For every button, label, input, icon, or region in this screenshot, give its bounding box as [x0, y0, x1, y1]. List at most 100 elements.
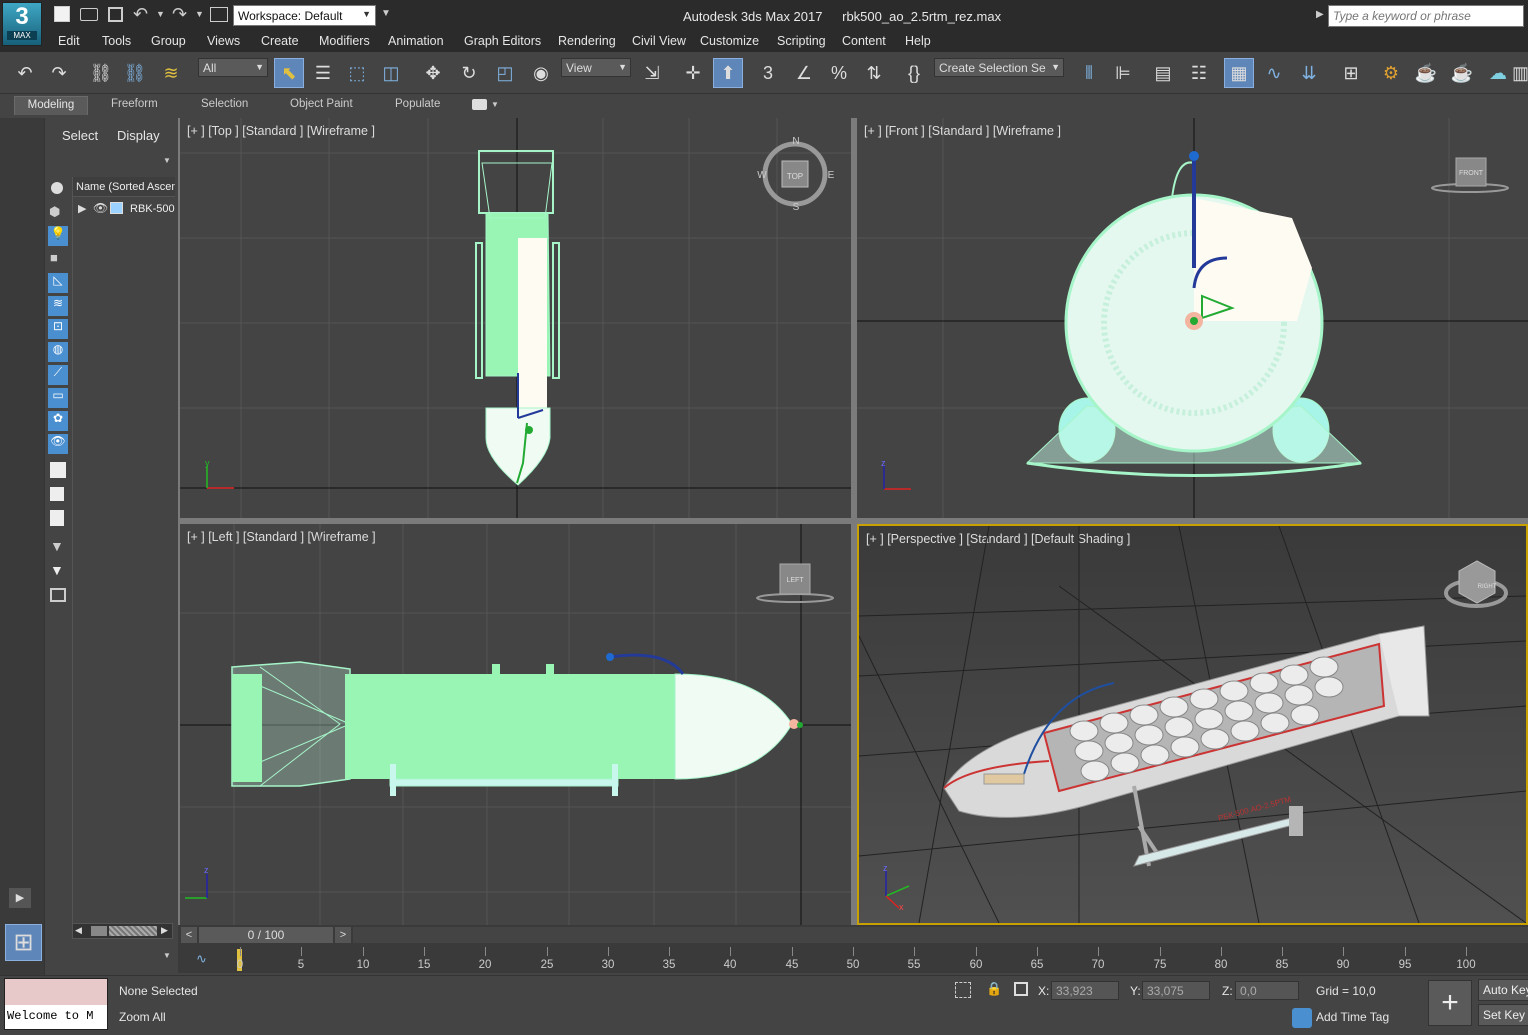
menu-edit[interactable]: Edit: [58, 34, 80, 48]
expand-arrow-icon[interactable]: ▶: [78, 202, 86, 215]
new-file-icon[interactable]: [54, 6, 70, 22]
viewport-front[interactable]: [+ ] [Front ] [Standard ] [Wireframe ] F…: [857, 118, 1528, 518]
menu-create[interactable]: Create: [261, 34, 299, 48]
select-object-icon[interactable]: ⬉: [274, 58, 304, 88]
render-production-icon[interactable]: ☕: [1447, 58, 1477, 88]
y-coordinate-field[interactable]: [1142, 981, 1210, 1000]
menu-content[interactable]: Content: [842, 34, 886, 48]
named-selection-dropdown[interactable]: Create Selection Se ▼: [934, 58, 1064, 77]
display-shapes-icon[interactable]: 💡: [48, 226, 68, 246]
display-cameras-icon[interactable]: ■: [50, 250, 66, 266]
display-xrefs-icon[interactable]: ◍: [48, 342, 68, 362]
next-frame-icon[interactable]: >: [335, 927, 351, 943]
viewcube-perspective[interactable]: [1444, 560, 1508, 608]
viewport-perspective[interactable]: [+ ] [Perspective ] [Standard ] [Default…: [857, 524, 1528, 925]
search-expand-icon[interactable]: ▶: [1316, 9, 1324, 20]
filter-icon[interactable]: ▼: [50, 538, 64, 554]
workspace-dropdown[interactable]: Workspace: Default ▼: [233, 5, 376, 26]
render-setup-icon[interactable]: ⚙: [1376, 58, 1406, 88]
selection-filter-dropdown[interactable]: All ▼: [198, 58, 268, 77]
maxscript-output[interactable]: [5, 979, 107, 1005]
column-header[interactable]: Name (Sorted Ascen: [73, 177, 175, 197]
ribbon-toggle-icon[interactable]: ▦: [1224, 58, 1254, 88]
display-geometry-icon[interactable]: ⬢: [49, 204, 65, 220]
ribbon-tab-object-paint[interactable]: Object Paint: [290, 98, 353, 110]
x-coordinate-field[interactable]: [1051, 981, 1119, 1000]
filter-toggle-icon[interactable]: ▼: [50, 562, 64, 578]
bind-spacewarp-icon[interactable]: ≋: [156, 58, 186, 88]
menu-graph-editors[interactable]: Graph Editors: [464, 34, 541, 48]
window-crossing-icon[interactable]: ◫: [376, 58, 406, 88]
display-helpers-icon[interactable]: ◺: [48, 273, 68, 293]
absolute-mode-icon[interactable]: [1014, 982, 1028, 996]
select-by-name-icon[interactable]: ☰: [308, 58, 338, 88]
display-particles-icon[interactable]: ✿: [48, 411, 68, 431]
display-containers-icon[interactable]: ▭: [48, 388, 68, 408]
bomb-side-wireframe[interactable]: [231, 653, 803, 796]
scroll-thumb[interactable]: [91, 926, 107, 936]
time-tag-icon[interactable]: [1292, 1008, 1312, 1028]
select-manipulate-icon[interactable]: ✛: [678, 58, 708, 88]
align-icon[interactable]: ⊫: [1108, 58, 1138, 88]
customize-quickaccess-icon[interactable]: ▼: [381, 8, 391, 19]
isolate-selection-icon[interactable]: [955, 982, 971, 998]
redo-icon[interactable]: ↷: [172, 4, 187, 25]
book-icon[interactable]: [50, 588, 66, 602]
bomb-front-wireframe[interactable]: [1025, 151, 1363, 477]
scene-explorer-icon[interactable]: ▤: [1148, 58, 1178, 88]
mirror-icon[interactable]: ⫴: [1074, 58, 1104, 88]
scale-icon[interactable]: ◰: [490, 58, 520, 88]
rectangular-selection-icon[interactable]: ⬚: [342, 58, 372, 88]
add-time-tag[interactable]: Add Time Tag: [1316, 1010, 1389, 1024]
menu-rendering[interactable]: Rendering: [558, 34, 616, 48]
ribbon-tab-populate[interactable]: Populate: [395, 98, 440, 110]
render-in-cloud-icon[interactable]: ☁: [1483, 58, 1513, 88]
named-selection-edit-icon[interactable]: {}: [899, 58, 929, 88]
ribbon-tab-freeform[interactable]: Freeform: [111, 98, 158, 110]
snaps-toggle-icon[interactable]: 3: [753, 58, 783, 88]
move-icon[interactable]: ✥: [418, 58, 448, 88]
keyboard-shortcut-override-icon[interactable]: ⬆: [713, 58, 743, 88]
display-dependents-icon[interactable]: [50, 510, 64, 526]
app-logo[interactable]: 3 MAX: [2, 2, 42, 46]
redo-dropdown-icon[interactable]: ▼: [195, 9, 204, 19]
chevron-down-icon[interactable]: ▼: [163, 951, 171, 960]
display-frozen-icon[interactable]: 👁: [48, 434, 68, 454]
reference-coordinate-dropdown[interactable]: View ▼: [561, 58, 631, 77]
display-influences-icon[interactable]: [50, 487, 64, 501]
selection-lock-icon[interactable]: 🔒: [986, 981, 1002, 997]
ribbon-tab-selection[interactable]: Selection: [201, 98, 248, 110]
scene-tab-select[interactable]: Select: [62, 128, 98, 143]
set-key-button[interactable]: Set Key: [1478, 1004, 1528, 1026]
panel-menu-arrow-icon[interactable]: ▼: [163, 156, 171, 165]
display-spacewarps-icon[interactable]: ≋: [48, 296, 68, 316]
list-item[interactable]: ▶ 👁 RBK-500: [73, 199, 176, 219]
link-icon[interactable]: ⛓: [86, 58, 116, 88]
z-coordinate-field[interactable]: [1235, 981, 1299, 1000]
menu-tools[interactable]: Tools: [102, 34, 131, 48]
scene-tab-display[interactable]: Display: [117, 128, 160, 143]
redo-icon[interactable]: ↷: [44, 58, 74, 88]
unlink-icon[interactable]: ⛓: [120, 58, 150, 88]
scroll-left-icon[interactable]: ◀: [75, 925, 82, 936]
spinner-snap-icon[interactable]: ⇅: [859, 58, 889, 88]
visibility-eye-icon[interactable]: 👁: [93, 201, 108, 215]
menu-help[interactable]: Help: [905, 34, 931, 48]
menu-views[interactable]: Views: [207, 34, 240, 48]
pivot-center-icon[interactable]: ⇲: [637, 58, 667, 88]
display-bones-icon[interactable]: ⟋: [48, 365, 68, 385]
placement-icon[interactable]: ◉: [526, 58, 556, 88]
auto-key-button[interactable]: Auto Key: [1478, 979, 1528, 1001]
undo-icon[interactable]: ↶: [133, 4, 148, 25]
rotate-icon[interactable]: ↻: [454, 58, 484, 88]
search-input[interactable]: [1328, 5, 1524, 27]
viewport-layout-icon[interactable]: ⊞: [5, 924, 42, 961]
maxscript-input[interactable]: Welcome to M: [5, 1005, 107, 1029]
schematic-view-icon[interactable]: ⇊: [1294, 58, 1324, 88]
horizontal-scrollbar[interactable]: ◀ ▶: [72, 923, 173, 939]
track-bar[interactable]: ∿ 0 5 10 15 20 25 30 35 40 45 50 55 60 6…: [178, 945, 1528, 973]
menu-group[interactable]: Group: [151, 34, 186, 48]
set-key-big-icon[interactable]: +: [1428, 980, 1472, 1026]
project-folder-icon[interactable]: [210, 7, 228, 22]
curve-editor-icon[interactable]: ∿: [1259, 58, 1289, 88]
